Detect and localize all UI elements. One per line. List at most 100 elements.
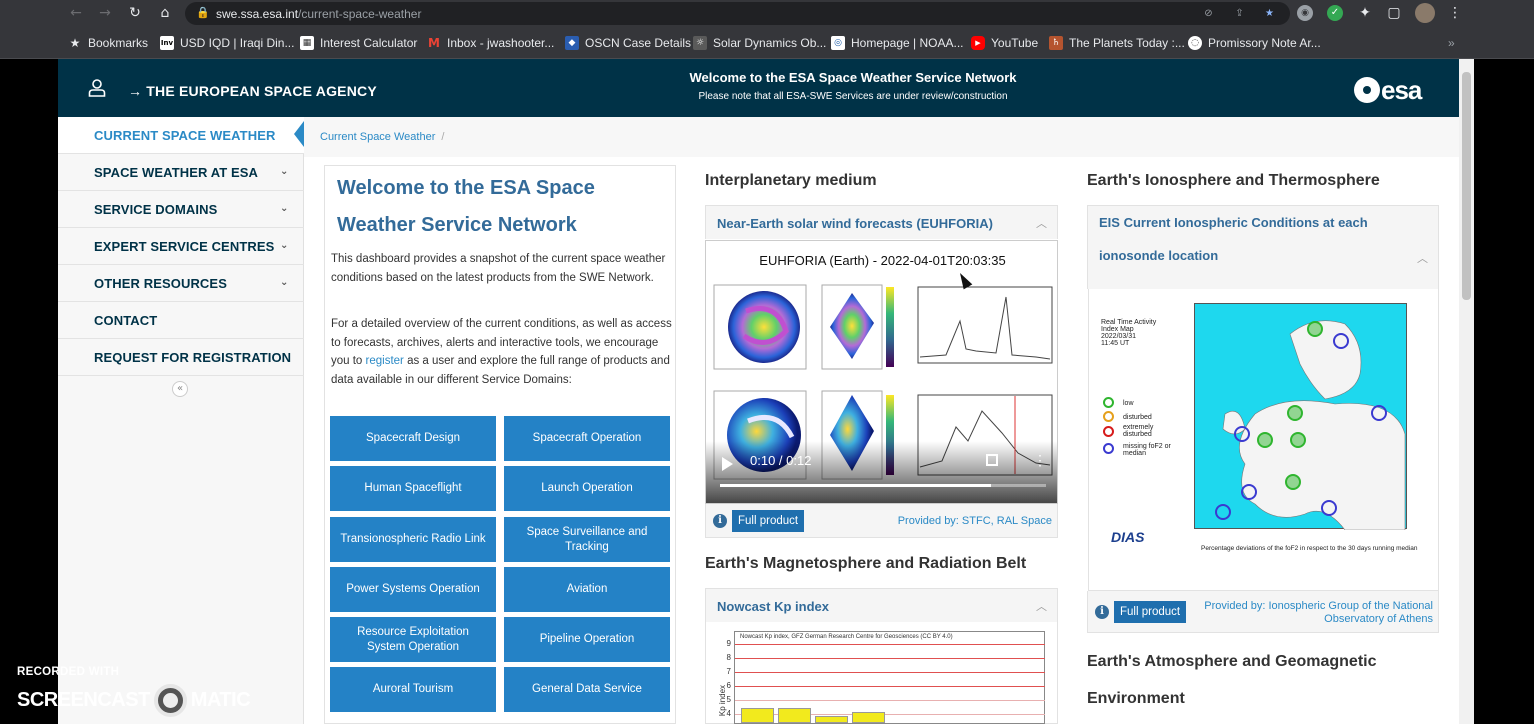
home-icon[interactable]: ⌂	[156, 4, 174, 22]
europe-map	[1194, 303, 1407, 530]
esa-header: → THE EUROPEAN SPACE AGENCY Welcome to t…	[58, 59, 1474, 117]
bookmark-item[interactable]: ♄ The Planets Today :...	[1049, 35, 1185, 51]
info-icon[interactable]: i	[713, 514, 727, 528]
fullscreen-icon[interactable]	[986, 454, 998, 466]
euhforia-card-footer: i Full product Provided by: STFC, RAL Sp…	[705, 504, 1058, 538]
more-bookmarks-button[interactable]: »	[1448, 35, 1455, 51]
domain-button-space-surveillance[interactable]: Space Surveillance and Tracking	[504, 517, 670, 562]
legend-disturbed-icon	[1103, 411, 1114, 422]
provided-by-text: Provided by: Ionospheric Group of the Na…	[1204, 600, 1433, 625]
bookmark-item[interactable]: Inv USD IQD | Iraqi Din...	[160, 35, 294, 51]
url-text[interactable]: swe.ssa.esa.int/current-space-weather	[216, 7, 421, 21]
chevron-down-icon[interactable]: ⌄	[280, 277, 292, 289]
kp-tick-label: 9	[726, 639, 731, 648]
domain-button-human-spaceflight[interactable]: Human Spaceflight	[330, 466, 496, 511]
bookmark-item[interactable]: ▶ YouTube	[971, 35, 1038, 51]
chevron-up-icon[interactable]: ︿	[1036, 598, 1047, 614]
watermark-screencast: SCREENCAST MATIC	[17, 684, 251, 717]
collapse-sidebar-button[interactable]: «	[172, 381, 188, 397]
video-progress-bar[interactable]	[720, 484, 1046, 487]
kp-gridline	[735, 658, 1045, 659]
agency-link[interactable]: → THE EUROPEAN SPACE AGENCY	[128, 83, 377, 99]
sidebar-item-space-weather-at-esa[interactable]: SPACE WEATHER AT ESA ⌄	[58, 154, 304, 191]
station-marker-icon	[1371, 405, 1387, 421]
sidebar-item-other-resources[interactable]: OTHER RESOURCES ⌄	[58, 265, 304, 302]
station-marker-icon	[1257, 432, 1273, 448]
scroll-thumb[interactable]	[1462, 72, 1471, 300]
browser-toolbar: ← → ↻ ⌂ 🔒 swe.ssa.esa.int/current-space-…	[0, 0, 1534, 27]
bookmark-item[interactable]: ◎ Homepage | NOAA...	[831, 35, 964, 51]
sidebar-item-contact[interactable]: CONTACT	[58, 302, 304, 339]
calculator-icon: ▦	[300, 36, 314, 50]
domain-button-spacecraft-operation[interactable]: Spacecraft Operation	[504, 416, 670, 461]
magnetosphere-title: Earth's Magnetosphere and Radiation Belt	[705, 555, 1027, 572]
breadcrumb-current[interactable]: Current Space Weather	[320, 131, 435, 143]
interplanetary-title: Interplanetary medium	[705, 172, 877, 189]
forward-icon[interactable]: →	[96, 4, 114, 22]
domain-button-spacecraft-design[interactable]: Spacecraft Design	[330, 416, 496, 461]
domain-button-transionospheric-radio-link[interactable]: Transionospheric Radio Link	[330, 517, 496, 562]
bookmark-item[interactable]: ▦ Interest Calculator	[300, 35, 417, 51]
play-icon[interactable]	[722, 457, 733, 471]
full-product-button[interactable]: Full product	[732, 510, 805, 532]
sidebar-item-request-registration[interactable]: REQUEST FOR REGISTRATION	[58, 339, 304, 376]
page-scrollbar[interactable]	[1459, 59, 1474, 724]
check-extension-icon[interactable]: ✓	[1327, 5, 1343, 21]
profile-avatar[interactable]	[1415, 3, 1435, 23]
domain-button-aviation[interactable]: Aviation	[504, 567, 670, 612]
kp-card-header[interactable]: Nowcast Kp index ︿	[705, 588, 1058, 622]
sidebar-item-current-space-weather[interactable]: CURRENT SPACE WEATHER	[58, 117, 304, 154]
bookmark-item[interactable]: ◆ OSCN Case Details	[565, 35, 691, 51]
address-bar[interactable]: 🔒 swe.ssa.esa.int/current-space-weather …	[185, 2, 1290, 25]
back-icon[interactable]: ←	[67, 4, 85, 22]
domain-button-general-data-service[interactable]: General Data Service	[504, 667, 670, 712]
domain-button-auroral-tourism[interactable]: Auroral Tourism	[330, 667, 496, 712]
euhforia-card-header[interactable]: Near-Earth solar wind forecasts (EUHFORI…	[705, 205, 1058, 239]
station-marker-icon	[1333, 333, 1349, 349]
kp-tick-label: 5	[726, 695, 731, 704]
domain-button-resource-exploitation[interactable]: Resource Exploitation System Operation	[330, 617, 496, 662]
chevron-up-icon[interactable]: ︿	[1036, 215, 1047, 231]
active-marker	[294, 121, 304, 147]
domain-button-pipeline-operation[interactable]: Pipeline Operation	[504, 617, 670, 662]
planets-icon: ♄	[1049, 36, 1063, 50]
extension-icon[interactable]: ◉	[1297, 5, 1313, 21]
welcome-panel: Welcome to the ESA Space Weather Service…	[324, 165, 676, 724]
domain-button-launch-operation[interactable]: Launch Operation	[504, 466, 670, 511]
bookmark-item[interactable]: ☼ Solar Dynamics Ob...	[693, 35, 826, 51]
chevron-up-icon[interactable]: ︿	[1417, 250, 1428, 266]
chevron-down-icon[interactable]: ⌄	[280, 240, 292, 252]
share-icon[interactable]: ⇪	[1232, 6, 1247, 21]
register-link[interactable]: register	[366, 355, 404, 367]
kp-tick-label: 8	[726, 653, 731, 662]
sdo-icon: ☼	[693, 36, 707, 50]
iono-card-header[interactable]: EIS Current Ionospheric Conditions at ea…	[1087, 205, 1439, 289]
bookmark-item[interactable]: M Inbox - jwashooter...	[427, 35, 554, 51]
sidebar-item-expert-service-centres[interactable]: EXPERT SERVICE CENTRES ⌄	[58, 228, 304, 265]
sidepanel-icon[interactable]: ▢	[1385, 4, 1403, 22]
euhforia-video[interactable]: EUHFORIA (Earth) - 2022-04-01T20:03:35 0…	[705, 240, 1058, 504]
inv-favicon-icon: Inv	[160, 36, 174, 50]
puzzle-icon[interactable]: ✦	[1356, 4, 1374, 22]
sidebar-item-service-domains[interactable]: SERVICE DOMAINS ⌄	[58, 191, 304, 228]
youtube-icon: ▶	[971, 36, 985, 50]
menu-dots-icon[interactable]: ⋮	[1446, 4, 1464, 22]
station-marker-icon	[1234, 426, 1250, 442]
user-icon[interactable]	[88, 79, 106, 97]
full-product-button[interactable]: Full product	[1114, 601, 1187, 623]
kp-gridline	[735, 686, 1045, 687]
domain-button-power-systems[interactable]: Power Systems Operation	[330, 567, 496, 612]
video-menu-icon[interactable]: ⋮	[1033, 453, 1047, 467]
station-marker-icon	[1215, 504, 1231, 520]
bookmark-star-icon[interactable]: ★	[1262, 6, 1277, 21]
info-icon[interactable]: i	[1095, 605, 1109, 619]
esa-logo[interactable]: esa	[1354, 75, 1422, 105]
bookmark-item[interactable]: ★ Bookmarks	[68, 35, 148, 51]
bookmark-item[interactable]: ◌ Promissory Note Ar...	[1188, 35, 1321, 51]
tracking-icon[interactable]: ⊘	[1201, 6, 1216, 21]
chevron-down-icon[interactable]: ⌄	[280, 166, 292, 178]
chevron-down-icon[interactable]: ⌄	[280, 203, 292, 215]
reload-icon[interactable]: ↻	[126, 4, 144, 22]
esa-logo-mark-icon	[1354, 77, 1380, 103]
bookmarks-bar: ★ Bookmarks Inv USD IQD | Iraqi Din... ▦ In…	[0, 27, 1534, 59]
